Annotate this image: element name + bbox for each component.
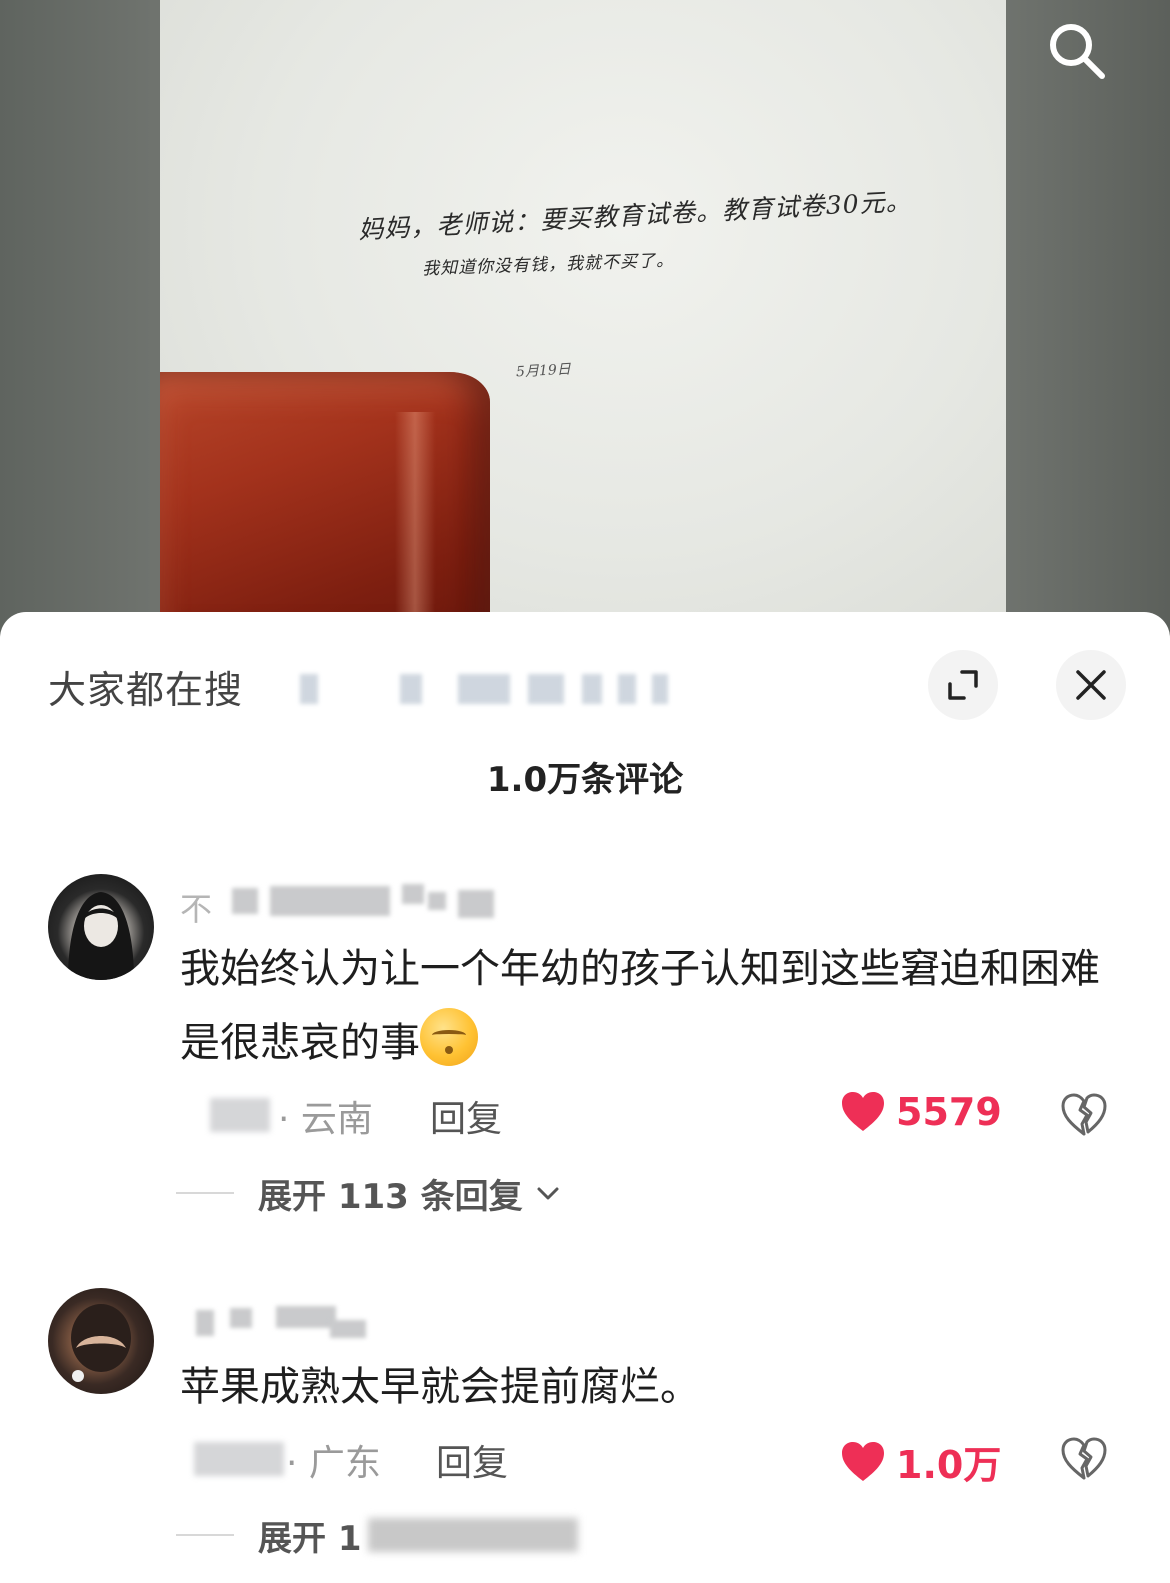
avatar[interactable] bbox=[48, 874, 154, 980]
username-prefix: 不 bbox=[180, 890, 213, 928]
heart-icon bbox=[842, 1441, 884, 1481]
like-count: 5579 bbox=[896, 1090, 1002, 1134]
avatar-image bbox=[71, 1304, 131, 1382]
red-object-highlight bbox=[395, 412, 435, 612]
expand-replies-button[interactable]: 展开 1 bbox=[176, 1510, 578, 1560]
expand-replies-label: 展开 1 bbox=[258, 1518, 362, 1559]
comment-location: · 云南 bbox=[278, 1099, 373, 1140]
broken-heart-icon[interactable] bbox=[1058, 1432, 1110, 1484]
username-redacted[interactable]: 不 bbox=[180, 880, 510, 928]
expand-button[interactable] bbox=[928, 650, 998, 720]
comment-meta: · 广东 回复 1.0万 bbox=[180, 1432, 1130, 1487]
close-button[interactable] bbox=[1056, 650, 1126, 720]
like-button[interactable]: 5579 bbox=[840, 1090, 1002, 1134]
video-area[interactable]: 妈妈，老师说：要买教育试卷。教育试卷30元。 我知道你没有钱，我就不买了。 5月… bbox=[0, 0, 1170, 640]
trending-search-query-redacted[interactable] bbox=[300, 674, 690, 712]
disappointed-emoji-icon bbox=[420, 1008, 478, 1066]
timestamp-redacted bbox=[210, 1098, 270, 1132]
search-icon bbox=[1050, 24, 1105, 79]
divider-line bbox=[176, 1192, 234, 1194]
trending-search-label: 大家都在搜 bbox=[48, 667, 244, 712]
expand-replies-button[interactable]: 展开 113 条回复 bbox=[176, 1168, 563, 1218]
comments-count-title: 1.0万条评论 bbox=[486, 760, 684, 800]
red-object bbox=[160, 372, 490, 640]
expand-replies-label: 展开 113 条回复 bbox=[258, 1176, 523, 1217]
comment-location: · 广东 bbox=[286, 1443, 381, 1484]
expand-icon bbox=[948, 670, 978, 700]
avatar-image bbox=[68, 892, 134, 980]
username-redacted[interactable] bbox=[180, 1302, 380, 1342]
timestamp-redacted bbox=[194, 1442, 284, 1476]
note-date: 5月19日 bbox=[515, 361, 572, 381]
avatar[interactable] bbox=[48, 1288, 154, 1394]
trending-search[interactable]: 大家都在搜 bbox=[48, 662, 243, 712]
search-button[interactable] bbox=[1040, 14, 1112, 86]
comment-text: 我始终认为让一个年幼的孩子认知到这些窘迫和困难是很悲哀的事 bbox=[180, 946, 1100, 1066]
close-icon bbox=[1076, 670, 1106, 700]
comment-text: 苹果成熟太早就会提前腐烂。 bbox=[180, 1364, 700, 1410]
note-line-1: 妈妈，老师说：要买教育试卷。教育试卷30元。 bbox=[357, 186, 913, 245]
heart-icon bbox=[842, 1092, 884, 1131]
chevron-down-icon bbox=[537, 1187, 559, 1200]
broken-heart-icon[interactable] bbox=[1058, 1088, 1110, 1140]
expand-count-redacted bbox=[367, 1518, 578, 1552]
reply-button[interactable]: 回复 bbox=[436, 1434, 508, 1486]
note-line-2: 我知道你没有钱，我就不买了。 bbox=[421, 250, 675, 280]
comment-meta: · 云南 回复 5579 bbox=[180, 1090, 1130, 1140]
comment-sheet: 大家都在搜 1.0万条评论 不 我始终认为让一个年幼的孩子认知到这些窘迫和困难是… bbox=[0, 612, 1170, 1583]
divider-line bbox=[176, 1534, 234, 1536]
reply-button[interactable]: 回复 bbox=[430, 1090, 502, 1142]
like-button[interactable]: 1.0万 bbox=[840, 1434, 1001, 1489]
like-count: 1.0万 bbox=[896, 1443, 1002, 1487]
